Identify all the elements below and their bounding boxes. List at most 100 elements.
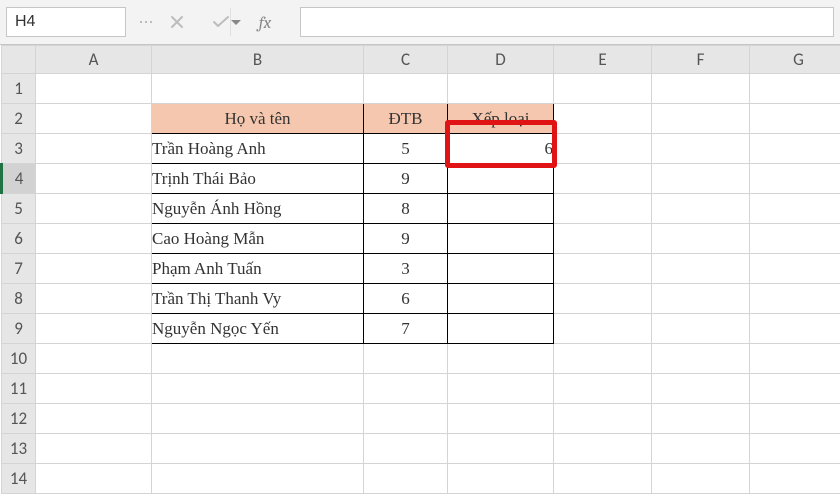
cell-F14[interactable] xyxy=(652,464,750,494)
cell-A4[interactable] xyxy=(36,164,152,194)
cell-B12[interactable] xyxy=(152,404,364,434)
row-header-3[interactable]: 3 xyxy=(2,134,36,164)
cell-C12[interactable] xyxy=(364,404,448,434)
cell-B10[interactable] xyxy=(152,344,364,374)
cell-C3[interactable]: 5 xyxy=(364,134,448,164)
cell-F12[interactable] xyxy=(652,404,750,434)
row-header-6[interactable]: 6 xyxy=(2,224,36,254)
cell-D8[interactable] xyxy=(448,284,554,314)
cell-B13[interactable] xyxy=(152,434,364,464)
cell-A5[interactable] xyxy=(36,194,152,224)
cell-D14[interactable] xyxy=(448,464,554,494)
cell-C8[interactable]: 6 xyxy=(364,284,448,314)
cell-C13[interactable] xyxy=(364,434,448,464)
cell-E9[interactable] xyxy=(554,314,652,344)
cell-G11[interactable] xyxy=(750,374,840,404)
cell-G10[interactable] xyxy=(750,344,840,374)
col-header-E[interactable]: E xyxy=(554,46,652,74)
col-header-D[interactable]: D xyxy=(448,46,554,74)
cell-D13[interactable] xyxy=(448,434,554,464)
cell-G12[interactable] xyxy=(750,404,840,434)
cell-F3[interactable] xyxy=(652,134,750,164)
cell-G14[interactable] xyxy=(750,464,840,494)
row-header-8[interactable]: 8 xyxy=(2,284,36,314)
col-header-F[interactable]: F xyxy=(652,46,750,74)
row-header-2[interactable]: 2 xyxy=(2,104,36,134)
cell-B5[interactable]: Nguyễn Ánh Hồng xyxy=(152,194,364,224)
row-header-14[interactable]: 14 xyxy=(2,464,36,494)
cell-E2[interactable] xyxy=(554,104,652,134)
cell-C1[interactable] xyxy=(364,74,448,104)
cell-A13[interactable] xyxy=(36,434,152,464)
cell-C10[interactable] xyxy=(364,344,448,374)
cell-C5[interactable]: 8 xyxy=(364,194,448,224)
cell-F1[interactable] xyxy=(652,74,750,104)
cell-D6[interactable] xyxy=(448,224,554,254)
cell-E3[interactable] xyxy=(554,134,652,164)
formula-input[interactable] xyxy=(300,7,834,37)
cell-C11[interactable] xyxy=(364,374,448,404)
cell-A6[interactable] xyxy=(36,224,152,254)
row-header-10[interactable]: 10 xyxy=(2,344,36,374)
cell-B7[interactable]: Phạm Anh Tuấn xyxy=(152,254,364,284)
cell-G9[interactable] xyxy=(750,314,840,344)
cell-E14[interactable] xyxy=(554,464,652,494)
cell-G4[interactable] xyxy=(750,164,840,194)
cell-D11[interactable] xyxy=(448,374,554,404)
cancel-button[interactable] xyxy=(166,14,188,30)
cell-A12[interactable] xyxy=(36,404,152,434)
cell-G2[interactable] xyxy=(750,104,840,134)
cell-F10[interactable] xyxy=(652,344,750,374)
col-header-A[interactable]: A xyxy=(36,46,152,74)
cell-B1[interactable] xyxy=(152,74,364,104)
cell-B11[interactable] xyxy=(152,374,364,404)
cell-E7[interactable] xyxy=(554,254,652,284)
cell-D7[interactable] xyxy=(448,254,554,284)
cell-E6[interactable] xyxy=(554,224,652,254)
row-header-7[interactable]: 7 xyxy=(2,254,36,284)
cell-A1[interactable] xyxy=(36,74,152,104)
cell-F4[interactable] xyxy=(652,164,750,194)
cell-B6[interactable]: Cao Hoàng Mẫn xyxy=(152,224,364,254)
cell-F13[interactable] xyxy=(652,434,750,464)
cell-E13[interactable] xyxy=(554,434,652,464)
col-header-C[interactable]: C xyxy=(364,46,448,74)
row-header-1[interactable]: 1 xyxy=(2,74,36,104)
cell-D5[interactable] xyxy=(448,194,554,224)
row-header-9[interactable]: 9 xyxy=(2,314,36,344)
cell-F2[interactable] xyxy=(652,104,750,134)
cell-E11[interactable] xyxy=(554,374,652,404)
cell-E8[interactable] xyxy=(554,284,652,314)
cell-D10[interactable] xyxy=(448,344,554,374)
cell-C14[interactable] xyxy=(364,464,448,494)
cell-B3[interactable]: Trần Hoàng Anh xyxy=(152,134,364,164)
insert-function-button[interactable]: fx xyxy=(254,11,276,33)
cell-A7[interactable] xyxy=(36,254,152,284)
cell-B14[interactable] xyxy=(152,464,364,494)
row-header-12[interactable]: 12 xyxy=(2,404,36,434)
cell-E10[interactable] xyxy=(554,344,652,374)
cell-E12[interactable] xyxy=(554,404,652,434)
cell-C4[interactable]: 9 xyxy=(364,164,448,194)
cell-A11[interactable] xyxy=(36,374,152,404)
cell-D9[interactable] xyxy=(448,314,554,344)
cell-F11[interactable] xyxy=(652,374,750,404)
cell-B9[interactable]: Nguyễn Ngọc Yến xyxy=(152,314,364,344)
cell-C9[interactable]: 7 xyxy=(364,314,448,344)
cell-D4[interactable] xyxy=(448,164,554,194)
col-header-B[interactable]: B xyxy=(152,46,364,74)
cell-B4[interactable]: Trịnh Thái Bảo xyxy=(152,164,364,194)
row-header-13[interactable]: 13 xyxy=(2,434,36,464)
cell-G6[interactable] xyxy=(750,224,840,254)
cell-C6[interactable]: 9 xyxy=(364,224,448,254)
cell-D3[interactable]: 6 xyxy=(448,134,554,164)
cell-F5[interactable] xyxy=(652,194,750,224)
cell-D1[interactable] xyxy=(448,74,554,104)
cell-C7[interactable]: 3 xyxy=(364,254,448,284)
enter-button[interactable] xyxy=(210,14,232,30)
cell-A3[interactable] xyxy=(36,134,152,164)
cell-A10[interactable] xyxy=(36,344,152,374)
cell-D2[interactable]: Xếp loại xyxy=(448,104,554,134)
cell-F6[interactable] xyxy=(652,224,750,254)
cell-B2[interactable]: Họ và tên xyxy=(152,104,364,134)
